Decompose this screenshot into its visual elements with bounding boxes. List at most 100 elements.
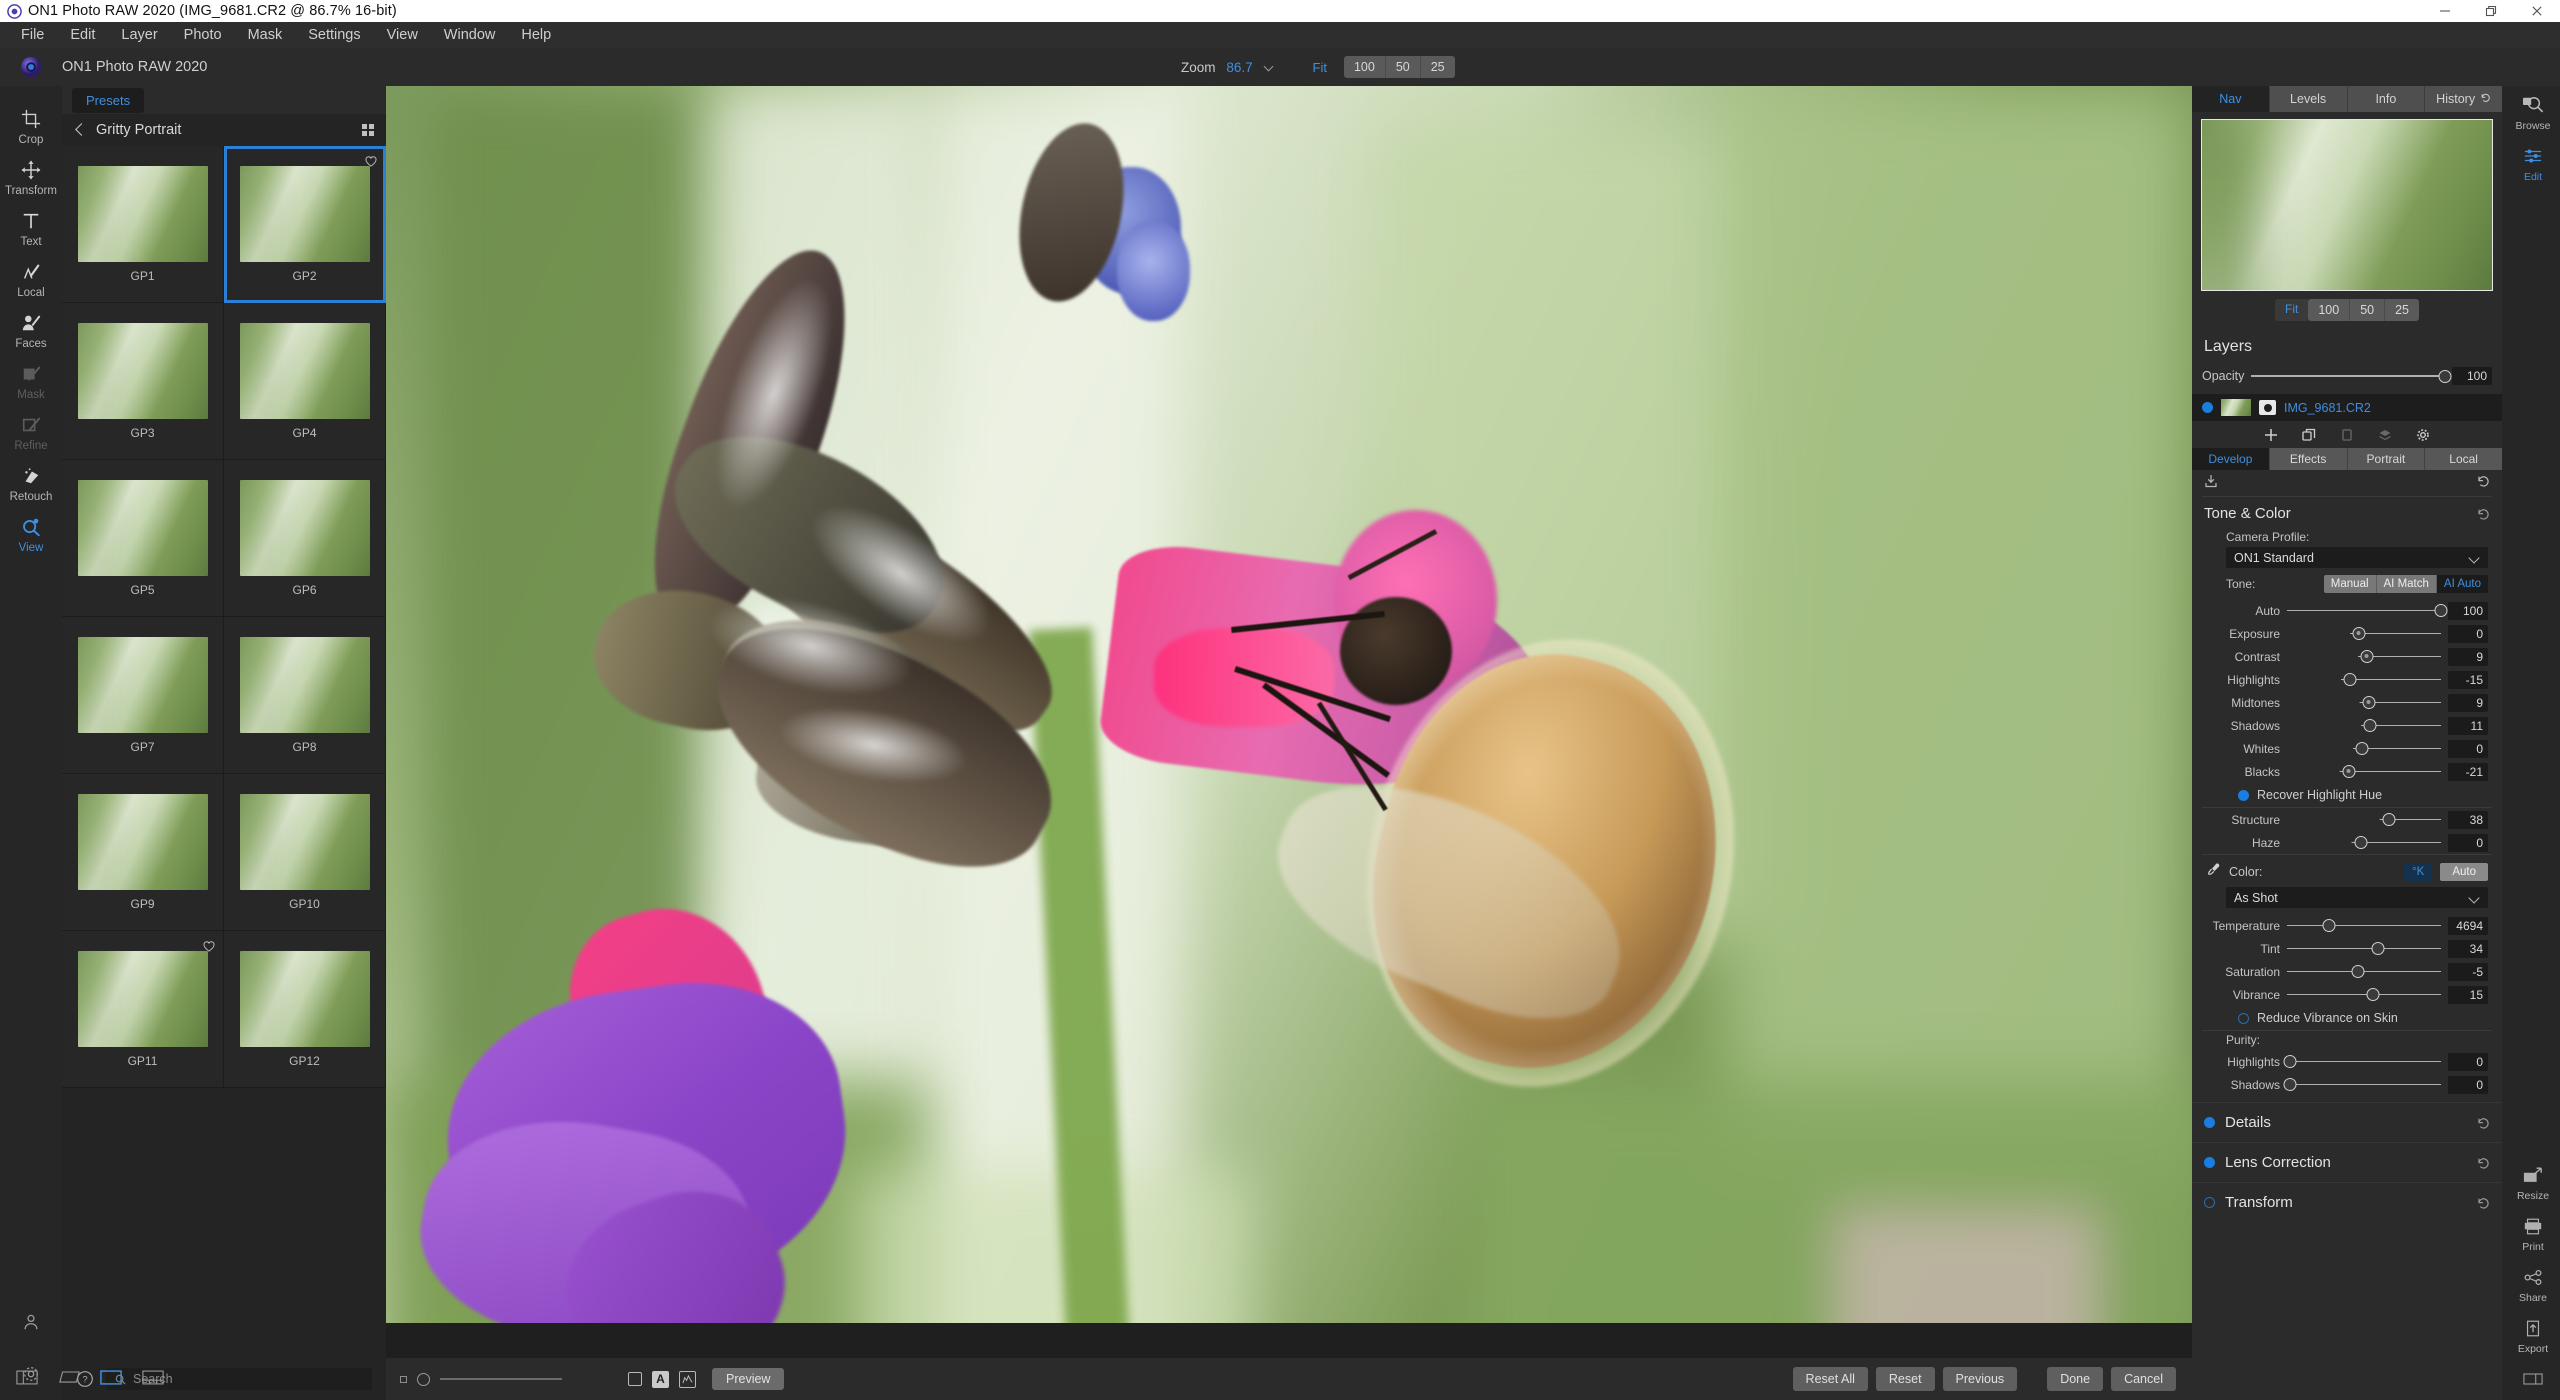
reset-all-button[interactable]: Reset All <box>1792 1367 1868 1391</box>
layer-row[interactable]: IMG_9681.CR2 <box>2192 394 2502 421</box>
module-tab-develop[interactable]: Develop <box>2192 448 2270 470</box>
kelvin-toggle-button[interactable]: °K <box>2404 863 2433 881</box>
module-tab-effects[interactable]: Effects <box>2270 448 2348 470</box>
preset-item-gp7[interactable]: GP7 <box>62 617 224 774</box>
histogram-icon[interactable] <box>679 1370 696 1388</box>
slider-value-contrast[interactable]: 9 <box>2448 647 2488 666</box>
previous-button[interactable]: Previous <box>1942 1367 2018 1391</box>
slider-value-blacks[interactable]: -21 <box>2448 762 2488 781</box>
tool-transform[interactable]: Transform <box>0 151 62 202</box>
slider-structure[interactable] <box>2287 813 2441 827</box>
slider-temperature[interactable] <box>2287 919 2441 933</box>
slider-whites[interactable] <box>2287 742 2441 756</box>
tool-view[interactable]: View <box>0 508 62 559</box>
module-export[interactable]: Export <box>2502 1309 2560 1360</box>
module-print[interactable]: Print <box>2502 1207 2560 1258</box>
filmstrip-view-icon[interactable] <box>142 1370 164 1390</box>
slider-knob[interactable] <box>2366 988 2380 1001</box>
letter-a-icon[interactable]: A <box>652 1370 669 1388</box>
slider-knob[interactable] <box>2360 650 2374 663</box>
slider-blacks[interactable] <box>2287 765 2441 779</box>
slider-shadows[interactable] <box>2283 1078 2441 1092</box>
merge-layers-icon[interactable] <box>2377 427 2393 443</box>
slider-highlights[interactable] <box>2283 1055 2441 1069</box>
slider-midtones[interactable] <box>2287 696 2441 710</box>
tab-levels[interactable]: Levels <box>2270 86 2348 112</box>
slider-haze[interactable] <box>2287 836 2441 850</box>
close-button[interactable] <box>2514 0 2560 22</box>
tab-nav[interactable]: Nav <box>2192 86 2270 112</box>
add-layer-icon[interactable] <box>2263 427 2279 443</box>
preset-item-gp4[interactable]: GP4 <box>224 303 386 460</box>
recover-highlight-hue-row[interactable]: Recover Highlight Hue <box>2192 783 2502 807</box>
slider-exposure[interactable] <box>2287 627 2441 641</box>
menu-item-help[interactable]: Help <box>508 22 564 48</box>
slider-tint[interactable] <box>2287 942 2441 956</box>
favorite-heart-icon[interactable] <box>365 154 377 172</box>
slider-value-midtones[interactable]: 9 <box>2448 693 2488 712</box>
main-photo-preview[interactable] <box>386 86 2192 1323</box>
slider-knob[interactable] <box>2362 696 2376 709</box>
camera-profile-dropdown[interactable]: ON1 Standard <box>2226 547 2488 568</box>
tone-mode-manual[interactable]: Manual <box>2323 575 2377 593</box>
recover-highlight-hue-checkbox[interactable] <box>2238 789 2249 801</box>
slider-knob[interactable] <box>2342 765 2356 778</box>
slider-knob[interactable] <box>2351 965 2365 978</box>
tab-presets[interactable]: Presets <box>72 87 145 113</box>
opacity-value[interactable]: 100 <box>2452 367 2492 385</box>
menu-item-settings[interactable]: Settings <box>295 22 373 48</box>
menu-item-edit[interactable]: Edit <box>57 22 108 48</box>
slider-highlights[interactable] <box>2287 673 2441 687</box>
slider-value-vibrance[interactable]: 15 <box>2448 985 2488 1004</box>
slider-knob[interactable] <box>2343 673 2357 686</box>
preset-item-gp10[interactable]: GP10 <box>224 774 386 931</box>
slider-value-saturation[interactable]: -5 <box>2448 962 2488 981</box>
preset-item-gp9[interactable]: GP9 <box>62 774 224 931</box>
module-share[interactable]: Share <box>2502 1258 2560 1309</box>
slider-value-highlights[interactable]: 0 <box>2448 1052 2488 1071</box>
soft-proof-icon[interactable] <box>628 1372 642 1386</box>
slider-value-exposure[interactable]: 0 <box>2448 624 2488 643</box>
slider-knob[interactable] <box>2434 604 2448 617</box>
slider-value-haze[interactable]: 0 <box>2448 833 2488 852</box>
slider-value-shadows[interactable]: 11 <box>2448 716 2488 735</box>
done-button[interactable]: Done <box>2047 1367 2104 1391</box>
tone-mode-ai-auto[interactable]: AI Auto <box>2436 575 2488 593</box>
back-chevron-icon[interactable] <box>74 123 86 137</box>
preset-item-gp5[interactable]: GP5 <box>62 460 224 617</box>
opacity-slider[interactable] <box>2251 369 2452 383</box>
brush-size-slider-track[interactable] <box>440 1378 562 1380</box>
cancel-button[interactable]: Cancel <box>2111 1367 2176 1391</box>
tool-retouch[interactable]: Retouch <box>0 457 62 508</box>
preset-item-gp6[interactable]: GP6 <box>224 460 386 617</box>
menu-item-view[interactable]: View <box>374 22 431 48</box>
single-view-icon[interactable] <box>100 1370 122 1390</box>
module-tab-portrait[interactable]: Portrait <box>2348 448 2426 470</box>
tone-mode-ai-match[interactable]: AI Match <box>2376 575 2437 593</box>
layer-settings-icon[interactable] <box>2415 427 2431 443</box>
nav-zoom-fit-button[interactable]: Fit <box>2274 299 2309 321</box>
slider-value-temperature[interactable]: 4694 <box>2448 916 2488 935</box>
reset-undo-icon[interactable] <box>2476 1156 2490 1170</box>
preset-item-gp3[interactable]: GP3 <box>62 303 224 460</box>
layer-name-label[interactable]: IMG_9681.CR2 <box>2284 401 2371 415</box>
reset-undo-icon[interactable] <box>2476 474 2490 493</box>
slider-knob[interactable] <box>2352 627 2366 640</box>
white-balance-dropdown[interactable]: As Shot <box>2226 887 2488 908</box>
slider-knob[interactable] <box>2283 1078 2297 1091</box>
navigator-preview[interactable] <box>2201 119 2493 291</box>
preset-item-gp2[interactable]: GP2 <box>224 146 386 303</box>
module-edit[interactable]: Edit <box>2502 137 2560 188</box>
brush-size-slider-knob[interactable] <box>417 1372 430 1386</box>
maximize-restore-button[interactable] <box>2468 0 2514 22</box>
slider-knob[interactable] <box>2322 919 2336 932</box>
slider-value-structure[interactable]: 38 <box>2448 810 2488 829</box>
menu-item-layer[interactable]: Layer <box>108 22 170 48</box>
reset-undo-icon[interactable] <box>2476 507 2490 521</box>
nav-zoom-preset-50[interactable]: 50 <box>2350 299 2386 321</box>
tool-faces[interactable]: Faces <box>0 304 62 355</box>
tool-refine[interactable]: Refine <box>0 406 62 457</box>
section-enable-toggle[interactable] <box>2204 1157 2215 1168</box>
slider-value-auto[interactable]: 100 <box>2448 601 2488 620</box>
delete-layer-icon[interactable] <box>2339 427 2355 443</box>
